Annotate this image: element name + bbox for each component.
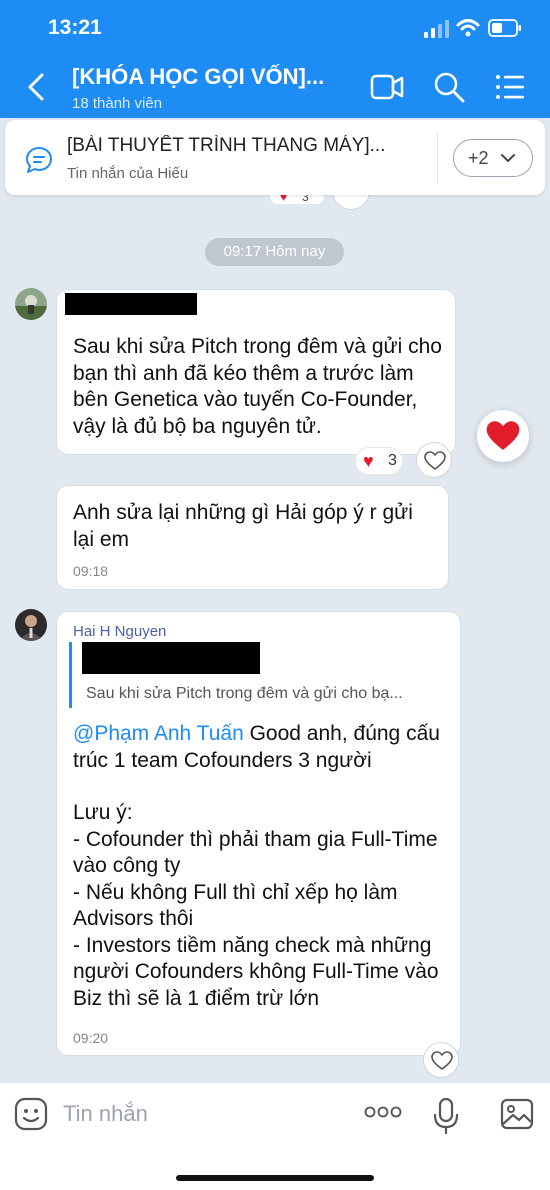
message-text: Anh sửa lại những gì Hải góp ý r gửi lại… [73,501,413,551]
avatar[interactable] [15,288,47,320]
more-options-icon[interactable] [364,1105,402,1119]
message-bubble[interactable]: Anh sửa lại những gì Hải góp ý r gửi lại… [56,485,449,590]
message-bubble[interactable]: Sau khi sửa Pitch trong đêm và gửi cho b… [56,289,456,455]
video-call-icon[interactable] [370,70,404,104]
battery-icon [488,19,521,37]
redacted-block [82,642,260,674]
like-button[interactable] [423,1042,459,1078]
message-text: @Phạm Anh Tuấn Good anh, đúng cấu trúc 1… [73,722,440,772]
date-separator: 09:17 Hôm nay [205,238,344,266]
home-indicator [176,1175,374,1181]
search-icon[interactable] [432,70,466,104]
heart-outline-icon [424,451,446,470]
message-time: 09:20 [73,1030,109,1046]
chevron-down-icon [501,154,515,162]
message-text: Lưu ý: - Cofounder thì phải tham gia Ful… [73,801,439,1010]
message-input[interactable]: Tin nhắn [63,1101,148,1127]
pinned-title: [BÀI THUYẾT TRÌNH THANG MÁY]... [67,135,386,156]
member-count[interactable]: 18 thành viên [72,95,162,112]
chat-bubble-icon [26,147,52,173]
avatar[interactable] [15,609,47,641]
back-chevron-icon[interactable] [26,72,46,102]
like-button[interactable] [416,442,452,478]
quoted-message[interactable]: Sau khi sửa Pitch trong đêm và gửi cho b… [69,642,453,708]
redacted-block [65,293,197,315]
message-time: 09:18 [73,563,109,579]
cellular-signal-icon [424,20,449,38]
chat-title[interactable]: [KHÓA HỌC GỌI VỐN]... [72,64,352,90]
reaction-count[interactable]: ♥ 3 [355,447,403,475]
heart-reaction-button[interactable] [477,410,529,462]
pinned-more-button[interactable]: +2 [453,139,533,177]
mention-link[interactable]: @Phạm Anh Tuấn [73,722,244,745]
status-time: 13:21 [48,16,102,39]
image-gallery-icon[interactable] [500,1097,534,1131]
sender-name[interactable]: Hai H Nguyen [73,623,166,640]
quote-text: Sau khi sửa Pitch trong đêm và gửi cho b… [86,685,403,702]
menu-list-icon[interactable] [494,70,528,104]
wifi-icon [456,19,480,37]
emoji-sticker-icon[interactable] [14,1097,48,1131]
pinned-message-bar[interactable]: [BÀI THUYẾT TRÌNH THANG MÁY]... Tin nhắn… [5,120,545,195]
heart-icon: ♥ [363,451,374,471]
message-bubble[interactable]: Hai H Nguyen Sau khi sửa Pitch trong đêm… [56,611,461,1056]
microphone-icon[interactable] [432,1097,460,1135]
chat-header: 13:21 [KHÓA HỌC GỌI VỐN]... 18 thành viê… [0,0,550,118]
message-text: Sau khi sửa Pitch trong đêm và gửi cho b… [73,335,442,438]
divider [437,132,438,184]
status-bar: 13:21 [0,0,550,58]
heart-outline-icon [431,1051,453,1070]
message-input-bar: Tin nhắn [0,1082,550,1190]
pinned-subtitle: Tin nhắn của Hiếu [67,165,189,182]
heart-icon [486,421,520,450]
